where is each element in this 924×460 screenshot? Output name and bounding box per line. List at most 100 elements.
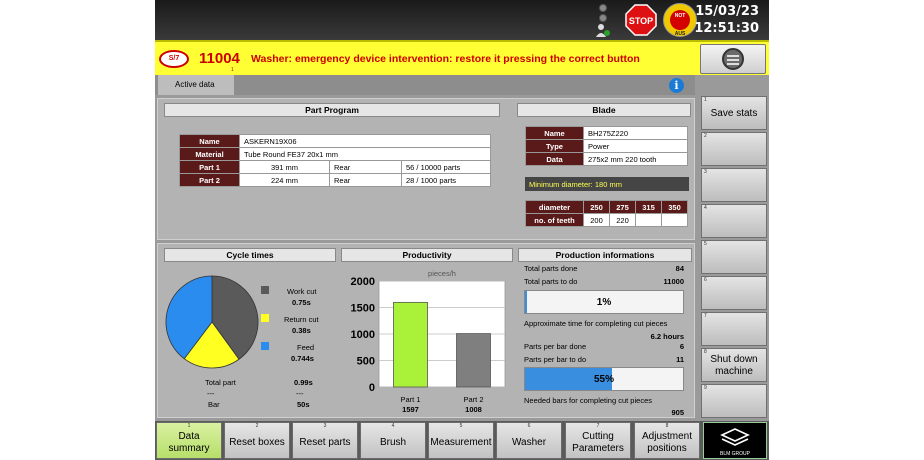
part-count: 56 / 10000 parts <box>401 160 491 174</box>
blade-name-value: BH275Z220 <box>583 126 688 140</box>
y-axis-unit: pieces/h <box>428 269 456 278</box>
softkey-3-button[interactable]: 3 <box>701 168 767 202</box>
bar-part-2 <box>456 333 491 388</box>
row-label: Name <box>179 134 240 148</box>
blade-type-value: Power <box>583 139 688 153</box>
teeth-cell: 220 <box>609 213 636 227</box>
diameter-table: diameter 250 275 315 350 no. of teeth 20… <box>525 200 688 227</box>
material-value: Tube Round FE37 20x1 mm <box>239 147 491 161</box>
cycle-times-header: Cycle times <box>164 248 336 262</box>
blade-data-value: 275x2 mm 220 tooth <box>583 152 688 166</box>
nav-washer[interactable]: 6 Washer <box>496 422 562 459</box>
stop-label: STOP <box>629 16 653 26</box>
statistics-panel: Cycle times Work cut 0.75s Return cut 0.… <box>157 243 695 418</box>
approx-time-label: Approximate time for completing cut piec… <box>524 319 668 328</box>
diameter-cell: 250 <box>583 200 610 214</box>
emergency-stop-icon[interactable]: NOT AUS <box>663 3 697 37</box>
row-label: Material <box>179 147 240 161</box>
nav-reset-boxes[interactable]: 2 Reset boxes <box>224 422 290 459</box>
alarm-logo-icon: S/7 <box>159 50 189 68</box>
work-cut-label: Work cut <box>287 287 317 296</box>
approx-time-value: 6.2 hours <box>650 332 684 341</box>
alarm-code-sub: 1 <box>231 67 234 73</box>
total-done-label: Total parts done <box>524 264 578 273</box>
nav-adjustment-positions[interactable]: 8 Adjustment positions <box>634 422 700 459</box>
bar-progress-bar: 55% <box>524 367 684 391</box>
diameter-label: diameter <box>525 200 584 214</box>
softkey-2-button[interactable]: 2 <box>701 132 767 166</box>
softkey-side-panel: 1 Save stats 2 3 4 5 6 7 8 Shut down machi… <box>699 95 769 420</box>
teeth-cell <box>635 213 662 227</box>
softkey-5-button[interactable]: 5 <box>701 240 767 274</box>
table-row: Name BH275Z220 <box>525 126 688 140</box>
parts-progress-text: 1% <box>596 297 612 308</box>
nav-data-summary[interactable]: 1 Data summary <box>156 422 222 459</box>
softkey-6-button[interactable]: 6 <box>701 276 767 310</box>
tab-row: Active data i <box>155 75 695 95</box>
needed-bars-label: Needed bars for completing cut pieces <box>524 396 652 405</box>
total-done-value: 84 <box>675 264 684 273</box>
machine-hmi-screen: STOP NOT AUS 15/03/23 12:51:30 S/7 11004… <box>155 0 769 460</box>
nav-brush[interactable]: 4 Brush <box>360 422 426 459</box>
softkey-9-button[interactable]: 9 <box>701 384 767 418</box>
tab-active-data[interactable]: Active data <box>158 75 234 95</box>
softkey-7-button[interactable]: 7 <box>701 312 767 346</box>
notaus-top-label: NOT <box>674 13 686 19</box>
stop-sign-icon[interactable]: STOP <box>625 4 657 36</box>
part-length: 224 mm <box>239 173 330 187</box>
parts-per-bar-done-value: 6 <box>679 342 684 351</box>
y-tick-label: 0 <box>369 382 375 394</box>
nav-measurement[interactable]: 5 Measurement <box>428 422 494 459</box>
part-blade-panel: Part Program Name ASKERN19X06 Material T… <box>157 98 695 240</box>
bar-value: 50s <box>297 400 310 409</box>
bar-progress-text: 55% <box>593 374 614 385</box>
alarm-reset-button[interactable] <box>700 44 766 74</box>
blade-table: Name BH275Z220 Type Power Data 275x2 mm … <box>525 126 688 166</box>
teeth-cell: 200 <box>583 213 610 227</box>
current-time: 12:51:30 <box>694 21 759 36</box>
production-header: Production informations <box>518 248 692 262</box>
info-icon[interactable]: i <box>669 78 684 93</box>
productivity-header: Productivity <box>341 248 513 262</box>
bar-value-label: 1597 <box>402 405 419 414</box>
table-row: Type Power <box>525 139 688 153</box>
table-row: Name ASKERN19X06 <box>179 134 491 148</box>
part-position: Rear <box>329 160 402 174</box>
part-program-header: Part Program <box>164 103 500 117</box>
bar-value-label: 1008 <box>465 405 482 414</box>
part-name-value: ASKERN19X06 <box>239 134 491 148</box>
alarm-code: 11004 <box>199 50 240 67</box>
table-row: Material Tube Round FE37 20x1 mm <box>179 147 491 161</box>
teeth-label: no. of teeth <box>525 213 584 227</box>
reset-disc-icon <box>722 48 744 70</box>
cycle-times-pie-chart <box>165 275 259 369</box>
row-label: Part 1 <box>179 160 240 174</box>
operator-icon <box>596 24 610 37</box>
total-part-label: Total part <box>205 378 236 387</box>
total-todo-value: 11000 <box>663 277 684 286</box>
y-tick-label: 500 <box>357 356 375 368</box>
blm-logo-text: BLM GROUP <box>719 451 750 457</box>
work-cut-legend-swatch <box>261 286 269 294</box>
parts-per-bar-done-label: Parts per bar done <box>524 342 587 351</box>
shut-down-button[interactable]: 8 Shut down machine <box>701 348 767 382</box>
return-cut-label: Return cut <box>284 315 319 324</box>
bottom-navigation: 1 Data summary 2 Reset boxes 3 Reset parts … <box>155 421 769 460</box>
current-date: 15/03/23 <box>695 4 759 19</box>
table-row: Part 2 224 mm Rear 28 / 1000 parts <box>179 173 491 187</box>
total-todo-label: Total parts to do <box>524 277 578 286</box>
row-label: Type <box>525 139 584 153</box>
table-row: diameter 250 275 315 350 <box>525 200 688 214</box>
dash-placeholder: --- <box>296 389 304 398</box>
save-stats-button[interactable]: 1 Save stats <box>701 96 767 130</box>
dash-placeholder: --- <box>207 389 215 398</box>
parts-progress-bar: 1% <box>524 290 684 314</box>
softkey-4-button[interactable]: 4 <box>701 204 767 238</box>
nav-cutting-parameters[interactable]: 7 Cutting Parameters <box>565 422 631 459</box>
nav-reset-parts[interactable]: 3 Reset parts <box>292 422 358 459</box>
diameter-cell: 315 <box>635 200 662 214</box>
diameter-cell: 350 <box>661 200 688 214</box>
y-tick-label: 2000 <box>351 276 375 288</box>
feed-value: 0.744s <box>291 354 314 363</box>
part-count: 28 / 1000 parts <box>401 173 491 187</box>
